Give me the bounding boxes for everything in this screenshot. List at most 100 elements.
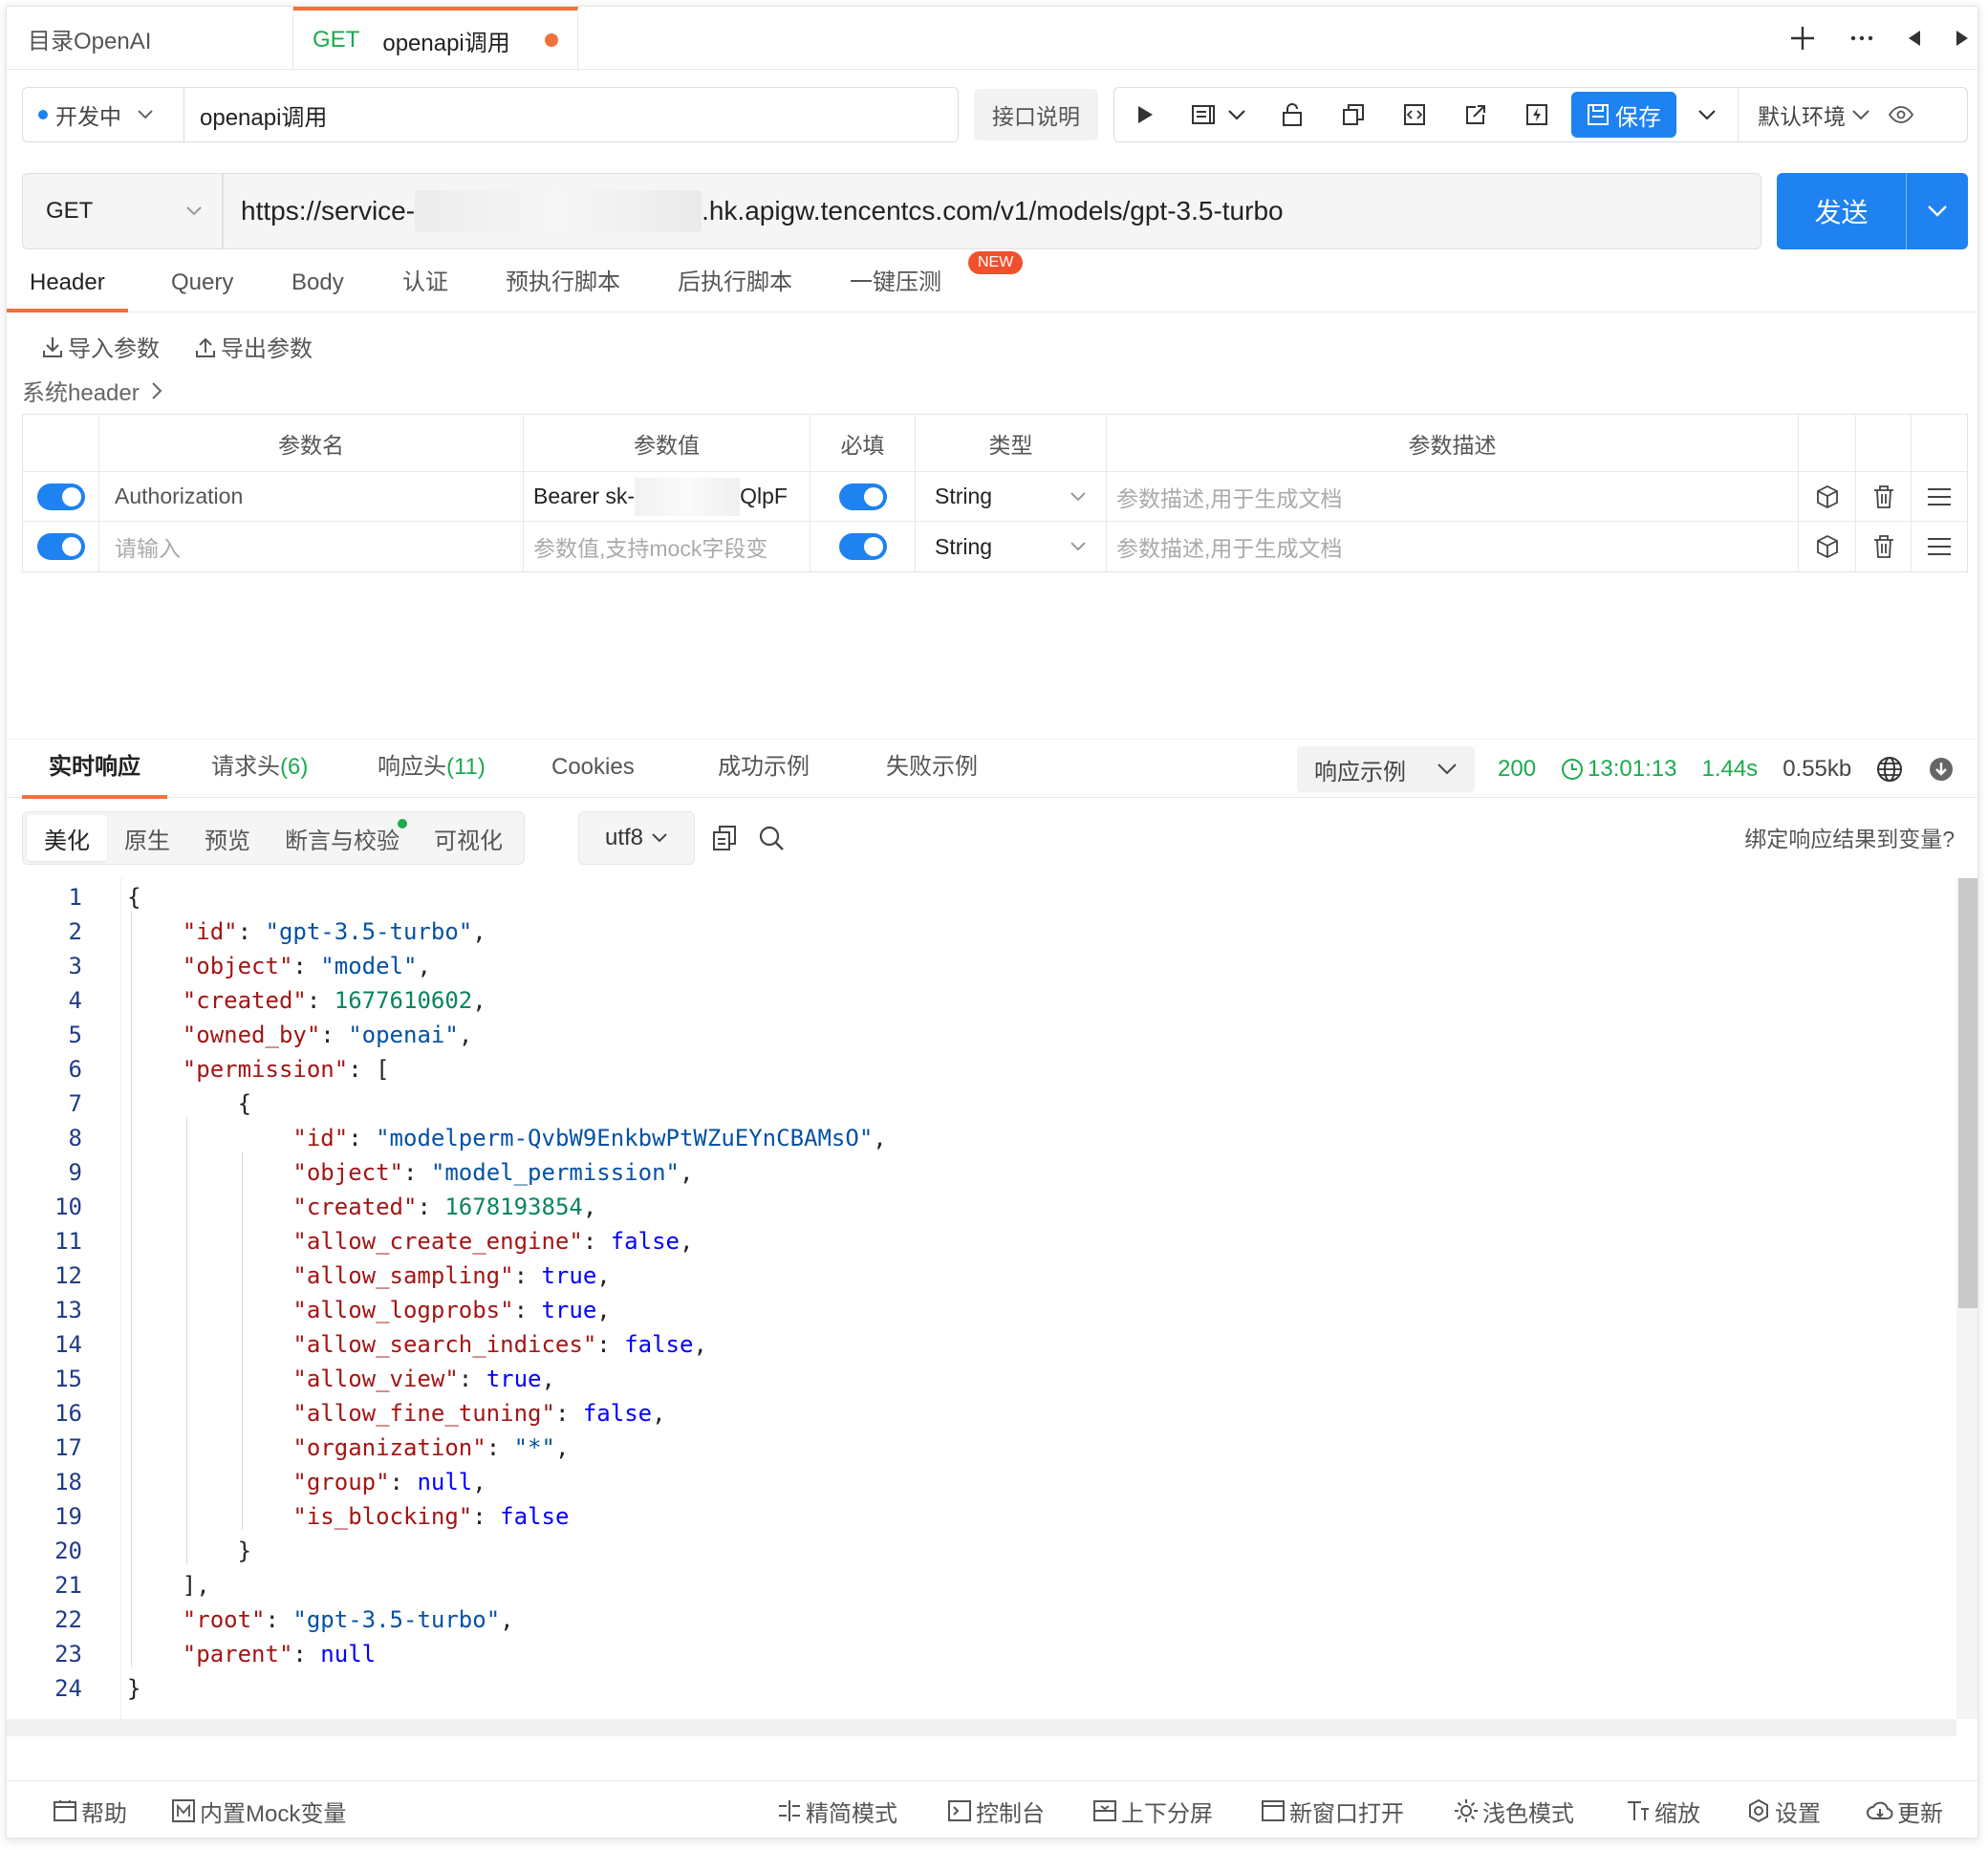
required-toggle[interactable] bbox=[838, 483, 887, 510]
request-name-input[interactable]: openapi调用 bbox=[184, 87, 959, 142]
tab-directory[interactable]: 目录OpenAI bbox=[7, 7, 293, 70]
drag-handle-icon[interactable] bbox=[1912, 472, 1967, 521]
import-params-button[interactable]: 导入参数 bbox=[41, 330, 160, 363]
json-allow-sampling: true bbox=[541, 1262, 597, 1289]
export-params-button[interactable]: 导出参数 bbox=[194, 330, 313, 363]
param-value-input[interactable]: 参数值,支持mock字段变 bbox=[524, 522, 810, 571]
new-window-button[interactable]: 新窗口打开 bbox=[1261, 1781, 1404, 1838]
simple-mode-button[interactable]: 精简模式 bbox=[777, 1781, 897, 1838]
code-line: "allow_fine_tuning": false, bbox=[292, 1400, 666, 1427]
json-editor[interactable]: 1 2 3 4 5 6 7 8 9 10 11 12 13 14 15 16 1… bbox=[7, 878, 1956, 1719]
split-screen-button[interactable]: 上下分屏 bbox=[1092, 1781, 1213, 1838]
form-icon[interactable] bbox=[1176, 88, 1262, 141]
update-button[interactable]: 更新 bbox=[1867, 1781, 1943, 1838]
unlock-icon[interactable] bbox=[1262, 88, 1323, 141]
flash-icon[interactable] bbox=[1506, 88, 1567, 141]
chevron-down-icon bbox=[1437, 764, 1457, 775]
console-label: 控制台 bbox=[976, 1800, 1045, 1827]
tab-success-example[interactable]: 成功示例 bbox=[718, 740, 810, 799]
send-label: 发送 bbox=[1814, 198, 1869, 227]
tab-post-script[interactable]: 后执行脚本 bbox=[678, 259, 792, 312]
environment-select[interactable]: 默认环境 bbox=[1738, 88, 1870, 141]
more-icon[interactable] bbox=[1849, 33, 1874, 43]
view-visualize[interactable]: 可视化 bbox=[417, 815, 520, 861]
drag-handle-icon[interactable] bbox=[1912, 522, 1967, 571]
eye-icon[interactable] bbox=[1870, 88, 1932, 141]
mock-variables-button[interactable]: 内置Mock变量 bbox=[171, 1781, 346, 1838]
code-line: { bbox=[127, 884, 141, 911]
tab-directory-label: 目录OpenAI bbox=[28, 28, 152, 54]
trash-icon[interactable] bbox=[1856, 472, 1912, 521]
tab-body[interactable]: Body bbox=[292, 259, 344, 312]
view-raw[interactable]: 原生 bbox=[107, 815, 187, 861]
cube-icon[interactable] bbox=[1799, 472, 1856, 521]
save-options-chevron-icon[interactable] bbox=[1676, 88, 1738, 141]
tab-realtime-response[interactable]: 实时响应 bbox=[22, 740, 167, 799]
line-number: 20 bbox=[54, 1538, 82, 1564]
light-mode-button[interactable]: 浅色模式 bbox=[1454, 1781, 1574, 1838]
param-value-input[interactable]: Bearer sk- QlpF bbox=[524, 472, 810, 521]
type-select[interactable]: String bbox=[916, 522, 1107, 571]
tab-query[interactable]: Query bbox=[171, 259, 233, 312]
tab-pre-script[interactable]: 预执行脚本 bbox=[506, 259, 620, 312]
sun-icon bbox=[1455, 1799, 1478, 1822]
tab-auth[interactable]: 认证 bbox=[402, 259, 448, 312]
tab-request-headers[interactable]: 请求头(6) bbox=[211, 740, 308, 799]
download-icon[interactable] bbox=[1928, 756, 1955, 783]
send-options-chevron-icon[interactable] bbox=[1907, 173, 1968, 249]
status-select[interactable]: 开发中 bbox=[22, 87, 184, 142]
code-icon[interactable] bbox=[1384, 88, 1445, 141]
doc-button[interactable]: 接口说明 bbox=[974, 89, 1098, 140]
console-button[interactable]: 控制台 bbox=[947, 1781, 1045, 1838]
copy-response-icon[interactable] bbox=[712, 825, 737, 851]
param-name-input[interactable]: Authorization bbox=[99, 472, 524, 521]
trash-icon[interactable] bbox=[1856, 522, 1912, 571]
add-tab-icon[interactable] bbox=[1788, 24, 1817, 53]
required-toggle[interactable] bbox=[838, 533, 887, 560]
param-name-input[interactable]: 请输入 bbox=[99, 522, 524, 571]
json-allow-search-indices: false bbox=[624, 1331, 694, 1358]
tab-cookies[interactable]: Cookies bbox=[551, 740, 635, 799]
col-value: 参数值 bbox=[524, 415, 810, 471]
save-button[interactable]: 保存 bbox=[1571, 92, 1676, 138]
param-desc-input[interactable]: 参数描述,用于生成文档 bbox=[1107, 522, 1799, 571]
line-number: 14 bbox=[54, 1331, 82, 1358]
send-button[interactable]: 发送 bbox=[1777, 173, 1907, 249]
tab-load-test[interactable]: 一键压测 bbox=[850, 259, 941, 312]
tab-openapi[interactable]: GET openapi调用 bbox=[293, 7, 578, 70]
bind-result-link[interactable]: 绑定响应结果到变量? bbox=[1744, 821, 1955, 853]
enable-toggle[interactable] bbox=[36, 533, 85, 560]
method-select[interactable]: GET bbox=[22, 173, 223, 249]
tab-fail-example[interactable]: 失败示例 bbox=[886, 740, 978, 799]
globe-icon[interactable] bbox=[1876, 756, 1903, 783]
type-select[interactable]: String bbox=[916, 472, 1107, 521]
view-preview[interactable]: 预览 bbox=[187, 815, 268, 861]
cube-icon[interactable] bbox=[1799, 522, 1856, 571]
encoding-select[interactable]: utf8 bbox=[578, 811, 695, 865]
view-assertion[interactable]: 断言与校验 bbox=[268, 815, 417, 861]
copy-icon[interactable] bbox=[1323, 88, 1384, 141]
url-input[interactable]: https://service- .hk.apigw.tencentcs.com… bbox=[223, 173, 1761, 249]
tab-response-headers[interactable]: 响应头(11) bbox=[378, 740, 486, 799]
json-allow-create-engine: false bbox=[610, 1228, 680, 1255]
share-icon[interactable] bbox=[1445, 88, 1506, 141]
system-header-toggle[interactable]: 系统header bbox=[22, 374, 162, 407]
response-sample-select[interactable]: 响应示例 bbox=[1297, 746, 1475, 792]
save-icon bbox=[1587, 103, 1610, 126]
scroll-right-icon[interactable] bbox=[1955, 30, 1970, 47]
search-icon[interactable] bbox=[758, 825, 785, 851]
help-button[interactable]: 帮助 bbox=[53, 1781, 127, 1838]
run-icon[interactable] bbox=[1114, 88, 1176, 141]
zoom-button[interactable]: 缩放 bbox=[1626, 1781, 1700, 1838]
settings-button[interactable]: 设置 bbox=[1746, 1781, 1821, 1838]
param-desc-input[interactable]: 参数描述,用于生成文档 bbox=[1107, 472, 1799, 521]
view-beautify[interactable]: 美化 bbox=[27, 815, 107, 861]
code-line: ], bbox=[127, 1572, 210, 1599]
scrollbar-thumb[interactable] bbox=[1958, 878, 1977, 1308]
vertical-scrollbar[interactable] bbox=[1956, 878, 1977, 1719]
scroll-left-icon[interactable] bbox=[1907, 30, 1922, 47]
tab-header[interactable]: Header bbox=[7, 259, 128, 312]
line-number: 3 bbox=[68, 953, 82, 979]
enable-toggle[interactable] bbox=[36, 483, 85, 510]
horizontal-scrollbar[interactable] bbox=[7, 1719, 1956, 1736]
